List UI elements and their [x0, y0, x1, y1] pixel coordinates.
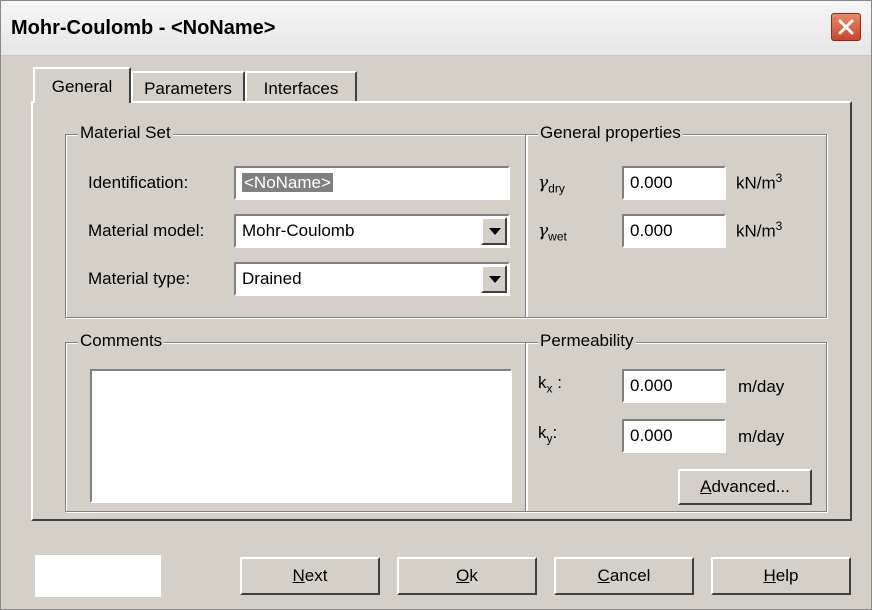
- close-button[interactable]: [831, 13, 861, 41]
- tab-general[interactable]: General: [33, 67, 131, 103]
- general-properties-legend: General properties: [538, 123, 683, 143]
- gamma-wet-input[interactable]: 0.000: [622, 214, 726, 248]
- comments-legend: Comments: [78, 331, 165, 351]
- title-bar[interactable]: Mohr-Coulomb - <NoName>: [1, 1, 871, 56]
- gamma-dry-unit: kN/m3: [736, 171, 783, 193]
- tab-parameters[interactable]: Parameters: [131, 71, 245, 103]
- permeability-group: Permeability kx : 0.000 m/day ky: 0.000 …: [525, 331, 827, 512]
- permeability-legend: Permeability: [538, 331, 636, 351]
- gamma-wet-unit: kN/m3: [736, 219, 783, 241]
- kx-unit: m/day: [738, 377, 785, 396]
- dialog-window: Mohr-Coulomb - <NoName> General Paramete…: [0, 0, 872, 610]
- material-type-label: Material type:: [88, 269, 191, 288]
- identification-label: Identification:: [88, 173, 189, 192]
- ok-button[interactable]: Ok: [397, 557, 537, 595]
- ky-unit: m/day: [738, 427, 785, 446]
- material-set-group: Material Set Identification: <NoName> Ma…: [65, 123, 527, 318]
- chevron-down-icon: [489, 228, 501, 235]
- kx-input[interactable]: 0.000: [622, 369, 726, 403]
- material-type-dropdown-button[interactable]: [481, 265, 507, 293]
- gamma-wet-label: γwet: [538, 221, 567, 244]
- chevron-down-icon: [489, 276, 501, 283]
- ky-input[interactable]: 0.000: [622, 419, 726, 453]
- material-model-label: Material model:: [88, 221, 205, 240]
- ky-label: ky:: [538, 423, 558, 446]
- gamma-dry-input[interactable]: 0.000: [622, 166, 726, 200]
- status-field: [34, 554, 162, 598]
- identification-input[interactable]: <NoName>: [234, 166, 510, 200]
- kx-label: kx :: [538, 373, 562, 396]
- comments-textarea[interactable]: [90, 369, 512, 503]
- tab-panel-general: Material Set Identification: <NoName> Ma…: [31, 101, 852, 521]
- window-title: Mohr-Coulomb - <NoName>: [11, 17, 276, 39]
- material-set-legend: Material Set: [78, 123, 173, 143]
- advanced-button[interactable]: Advanced...: [678, 469, 812, 505]
- general-properties-group: General properties γdry 0.000 kN/m3 γwet…: [525, 123, 827, 318]
- cancel-button[interactable]: Cancel: [554, 557, 694, 595]
- material-model-select[interactable]: Mohr-Coulomb: [234, 214, 510, 248]
- next-button[interactable]: Next: [240, 557, 380, 595]
- gamma-dry-label: γdry: [538, 173, 565, 196]
- tab-interfaces[interactable]: Interfaces: [245, 71, 357, 103]
- help-button[interactable]: Help: [711, 557, 851, 595]
- material-type-select[interactable]: Drained: [234, 262, 510, 296]
- material-model-dropdown-button[interactable]: [481, 217, 507, 245]
- close-icon: [838, 19, 854, 35]
- comments-group: Comments: [65, 331, 527, 512]
